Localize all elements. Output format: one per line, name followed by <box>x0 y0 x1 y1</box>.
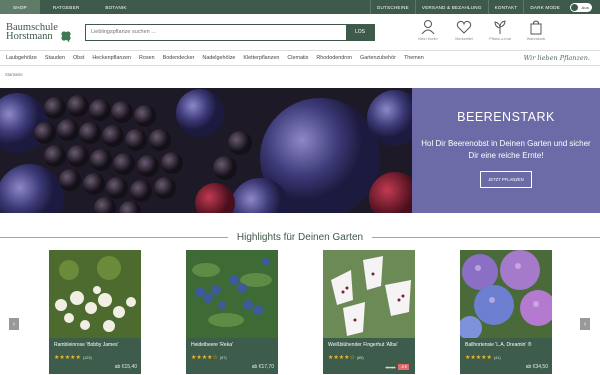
highlights-title: Highlights für Deinen Garten <box>227 232 373 243</box>
product-old-price: €9,30 <box>385 364 396 370</box>
product-carousel: ‹ › Rambleinrose 'Bobby James' ★★★★★ (123… <box>0 250 600 375</box>
hero-berries-image <box>0 88 412 213</box>
product-image-rose <box>49 250 141 338</box>
star-icons: ★★★★☆ <box>191 355 218 361</box>
slogan: Wir lieben Pflanzen. <box>523 54 590 62</box>
nav-item-clematis[interactable]: Clematis <box>287 55 308 61</box>
header-icons: Mein Konto Merkzettel Pflanz-o-mat Waren… <box>410 19 554 41</box>
nav-item-rhododendron[interactable]: Rhododendron <box>316 55 352 61</box>
review-count: (97) <box>219 355 227 360</box>
account-link[interactable]: Mein Konto <box>410 19 446 41</box>
logo[interactable]: Baumschule Horstmann <box>6 18 80 46</box>
hero-text: Hol Dir Beerenobst in Deinen Garten und … <box>421 139 591 160</box>
product-rating: ★★★★☆ (97) <box>191 354 273 361</box>
product-card[interactable]: Weißblühender Fingerhut 'Alba' ★★★★☆ (65)… <box>323 250 415 374</box>
nav-item-themen[interactable]: Themen <box>404 55 424 61</box>
product-image-hydrangea <box>460 250 552 340</box>
pflanzomat-label: Pflanz-o-mat <box>489 37 511 41</box>
nav-item-kletterpflanzen[interactable]: Kletterpflanzen <box>243 55 279 61</box>
product-name: Rambleinrose 'Bobby James' <box>54 342 119 348</box>
dark-mode-toggle[interactable]: Aus <box>570 2 592 12</box>
wishlist-label: Merkzettel <box>455 37 473 41</box>
review-count: (123) <box>82 355 92 360</box>
link-gutscheine[interactable]: Gutscheine <box>369 0 415 14</box>
search-bar: LOS <box>85 23 375 41</box>
heart-icon <box>456 20 472 34</box>
product-rating: ★★★★★ (41) <box>465 354 547 361</box>
star-icons: ★★★★★ <box>54 355 81 361</box>
hero-title: BEERENSTARK <box>457 110 555 124</box>
product-image-foxglove <box>323 250 415 338</box>
nav-item-obst[interactable]: Obst <box>73 55 84 61</box>
product-image-blueberry <box>186 250 278 338</box>
pflanzomat-link[interactable]: Pflanz-o-mat <box>482 19 518 41</box>
nav-item-heckenpflanzen[interactable]: Heckenpflanzen <box>92 55 131 61</box>
nav-item-stauden[interactable]: Stauden <box>45 55 65 61</box>
product-card[interactable]: Heidelbeere 'Reka' ★★★★☆ (97) ab €17,70 <box>186 250 278 374</box>
link-versand[interactable]: Versand & Bezahlung <box>414 0 488 14</box>
search-input[interactable] <box>86 24 346 40</box>
clover-icon <box>61 31 71 42</box>
cart-label: Warenkorb <box>526 37 546 41</box>
chevron-left-icon: ‹ <box>12 320 16 328</box>
nav-item-rosen[interactable]: Rosen <box>139 55 155 61</box>
user-icon <box>421 20 435 35</box>
product-rating: ★★★★☆ (65) <box>328 354 410 361</box>
nav-item-gartenzubehoer[interactable]: Gartenzubehör <box>360 55 396 61</box>
main-nav: Laubgehölze Stauden Obst Heckenpflanzen … <box>0 50 600 66</box>
breadcrumb[interactable]: Startseite <box>0 66 600 88</box>
nav-item-bodendecker[interactable]: Bodendecker <box>163 55 195 61</box>
carousel-prev-button[interactable]: ‹ <box>9 318 19 330</box>
star-icons: ★★★★☆ <box>328 355 355 361</box>
hero-cta-button[interactable]: Jetzt Pflanzen <box>480 171 532 188</box>
product-name: Heidelbeere 'Reka' <box>191 342 233 348</box>
plant-icon <box>494 20 506 34</box>
tab-botanik[interactable]: Botanik <box>92 0 139 14</box>
dark-mode-label: Dark Mode <box>523 0 566 14</box>
hero-panel: BEERENSTARK Hol Dir Beerenobst in Deinen… <box>412 88 600 213</box>
top-bar: Shop Ratgeber Botanik Gutscheine Versand… <box>0 0 600 14</box>
product-name: Ballhortensie 'L.A. Dreamin' ® <box>465 342 532 348</box>
product-name: Weißblühender Fingerhut 'Alba' <box>328 342 398 348</box>
link-kontakt[interactable]: Kontakt <box>487 0 524 14</box>
tab-ratgeber[interactable]: Ratgeber <box>40 0 93 14</box>
logo-line-2: Horstmann <box>6 31 53 42</box>
nav-item-nadelgehoelze[interactable]: Nadelgehölze <box>202 55 235 61</box>
header: Baumschule Horstmann LOS Mein Konto Merk… <box>0 14 600 50</box>
tab-shop[interactable]: Shop <box>0 0 40 14</box>
wishlist-link[interactable]: Merkzettel <box>446 19 482 41</box>
review-count: (41) <box>493 355 501 360</box>
product-card[interactable]: Rambleinrose 'Bobby James' ★★★★★ (123) ab… <box>49 250 141 374</box>
hero-banner[interactable]: BEERENSTARK Hol Dir Beerenobst in Deinen… <box>0 88 600 213</box>
product-price: ab €34,50 <box>525 364 548 370</box>
bag-icon <box>530 20 542 35</box>
product-card[interactable]: Ballhortensie 'L.A. Dreamin' ® ★★★★★ (41)… <box>460 250 552 374</box>
chevron-right-icon: › <box>583 320 587 328</box>
cart-link[interactable]: Warenkorb <box>518 19 554 41</box>
review-count: (65) <box>356 355 364 360</box>
account-label: Mein Konto <box>418 37 438 41</box>
discount-badge: -5 € <box>398 364 409 370</box>
nav-item-laubgehoelze[interactable]: Laubgehölze <box>6 55 37 61</box>
product-price: ab €17,70 <box>251 364 274 370</box>
product-rating: ★★★★★ (123) <box>54 354 136 361</box>
highlights-heading: Highlights für Deinen Garten <box>0 232 600 246</box>
star-icons: ★★★★★ <box>465 355 492 361</box>
search-button[interactable]: LOS <box>346 24 374 40</box>
product-price: ab €15,40 <box>114 364 137 370</box>
carousel-next-button[interactable]: › <box>580 318 590 330</box>
